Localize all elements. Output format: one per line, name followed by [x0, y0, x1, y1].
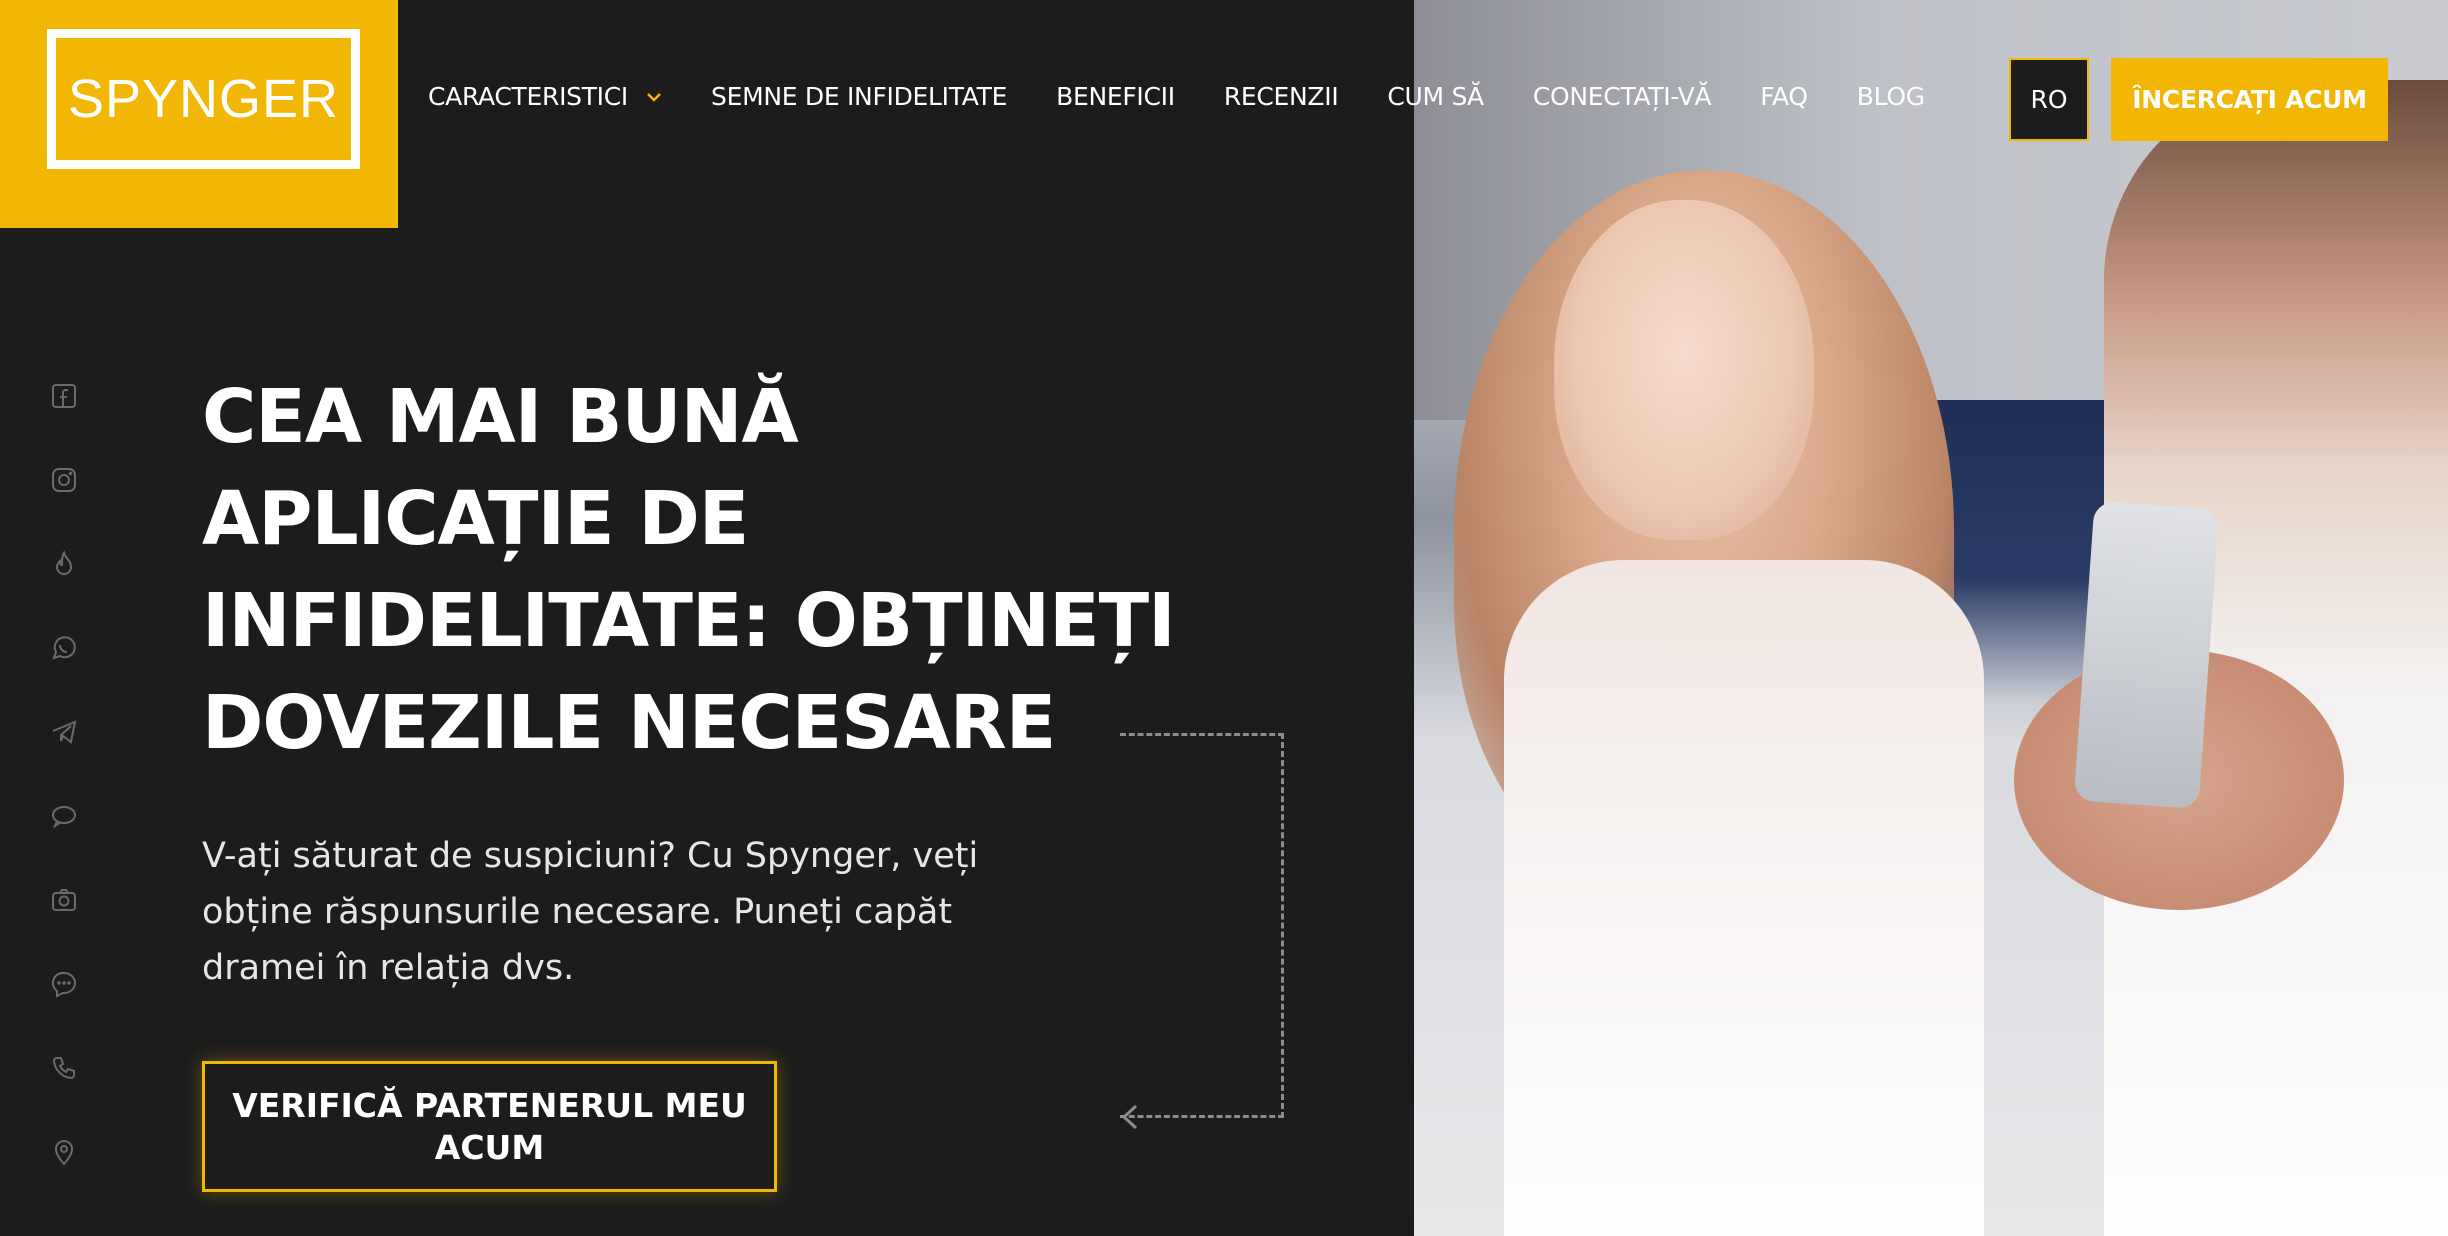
camera-icon[interactable]	[48, 884, 80, 916]
phone-in-photo	[2073, 501, 2220, 809]
hero-title-line: INFIDELITATE: OBȚINEȚI	[202, 578, 1176, 664]
decorative-dashed-arrow	[1120, 733, 1284, 1118]
hero-photo	[1414, 0, 2448, 1236]
telegram-icon[interactable]	[48, 716, 80, 748]
chevron-down-icon	[646, 84, 662, 108]
nav-item-caracteristici[interactable]: CARACTERISTICI	[428, 82, 662, 111]
whatsapp-icon[interactable]	[48, 632, 80, 664]
tinder-icon[interactable]	[48, 548, 80, 580]
check-partner-button[interactable]: VERIFICĂ PARTENERUL MEU ACUM	[202, 1061, 777, 1192]
imessage-icon[interactable]	[48, 800, 80, 832]
hero-title-line: CEA MAI BUNĂ	[202, 374, 799, 460]
phone-icon[interactable]	[48, 1052, 80, 1084]
messenger-icon[interactable]	[48, 968, 80, 1000]
logo[interactable]: SPYNGER	[0, 0, 398, 228]
nav-item-blog[interactable]: BLOG	[1857, 82, 1925, 111]
location-icon[interactable]	[48, 1136, 80, 1168]
nav-item-cum-sa[interactable]: CUM SĂ	[1387, 82, 1484, 111]
logo-text: SPYNGER	[47, 29, 360, 169]
hero-subtitle-line: obține răspunsurile necesare. Puneți cap…	[202, 892, 953, 932]
hero-subtitle-line: dramei în relația dvs.	[202, 948, 575, 988]
cta-label-line: ACUM	[434, 1127, 545, 1167]
hero-title-line: APLICAȚIE DE	[202, 476, 749, 562]
nav-item-faq[interactable]: FAQ	[1760, 82, 1808, 111]
nav-item-conectati-va[interactable]: CONECTAȚI-VĂ	[1533, 82, 1712, 111]
try-now-button[interactable]: ÎNCERCAȚI ACUM	[2111, 58, 2388, 141]
cta-label-line: VERIFICĂ PARTENERUL MEU	[232, 1085, 747, 1125]
hero-subtitle-line: V-ați săturat de suspiciuni? Cu Spynger,…	[202, 836, 979, 876]
nav-item-beneficii[interactable]: BENEFICII	[1056, 82, 1175, 111]
social-sidebar	[48, 380, 80, 1220]
nav-item-semne[interactable]: SEMNE DE INFIDELITATE	[711, 82, 1007, 111]
nav-label: CARACTERISTICI	[428, 81, 628, 111]
language-button[interactable]: RO	[2009, 58, 2089, 141]
nav-item-recenzii[interactable]: RECENZII	[1224, 82, 1339, 111]
arrow-left-icon	[1118, 1102, 1140, 1138]
instagram-icon[interactable]	[48, 464, 80, 496]
hero-title: CEA MAI BUNĂ APLICAȚIE DE INFIDELITATE: …	[202, 366, 1282, 774]
facebook-icon[interactable]	[48, 380, 80, 412]
hero-subtitle: V-ați săturat de suspiciuni? Cu Spynger,…	[202, 828, 1062, 996]
main-nav: CARACTERISTICI SEMNE DE INFIDELITATE BEN…	[428, 74, 1974, 118]
